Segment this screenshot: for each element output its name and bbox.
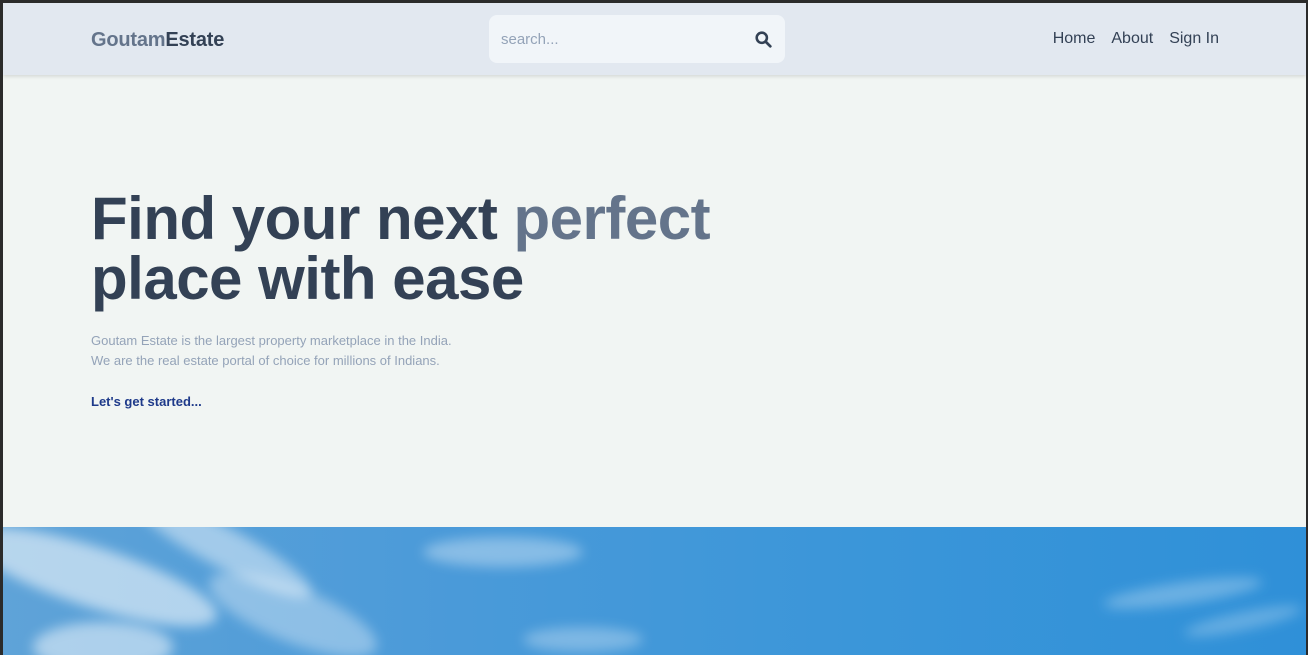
brand-part-2: Estate (165, 29, 225, 51)
headline-line-2: place with ease (91, 245, 524, 312)
description-line-1: Goutam Estate is the largest property ma… (91, 333, 452, 348)
search-icon[interactable] (753, 29, 773, 49)
nav-home-link[interactable]: Home (1053, 30, 1096, 48)
headline-accent: perfect (513, 185, 711, 252)
search-input[interactable] (501, 30, 753, 48)
brand-logo[interactable]: GoutamEstate (91, 29, 224, 52)
search-form (489, 15, 785, 63)
main-nav: Home About Sign In (1053, 30, 1219, 48)
get-started-link[interactable]: Let's get started... (91, 394, 202, 409)
nav-about-link[interactable]: About (1111, 30, 1153, 48)
browser-viewport: GoutamEstate Home About Sign In Find you… (3, 3, 1306, 655)
hero-description: Goutam Estate is the largest property ma… (91, 331, 791, 371)
site-header: GoutamEstate Home About Sign In (3, 3, 1306, 75)
description-line-2: We are the real estate portal of choice … (91, 353, 440, 368)
hero-headline: Find your next perfect place with ease (91, 189, 791, 309)
brand-part-1: Goutam (91, 29, 166, 51)
hero-sky-image (3, 527, 1306, 655)
hero-section: Find your next perfect place with ease G… (91, 189, 791, 411)
headline-part-1: Find your next (91, 185, 514, 252)
nav-signin-link[interactable]: Sign In (1169, 30, 1219, 48)
